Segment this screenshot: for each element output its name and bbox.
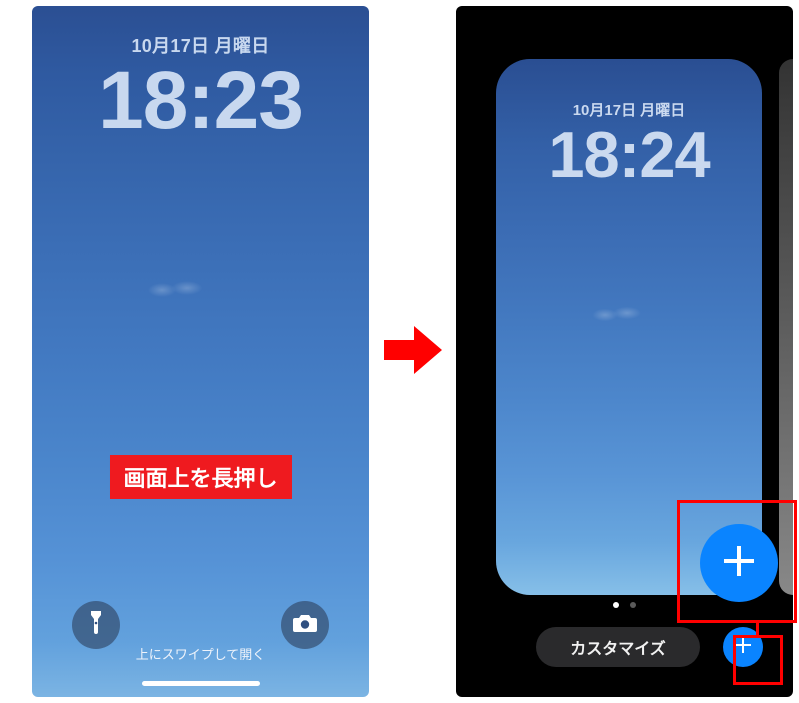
customize-button[interactable]: カスタマイズ — [536, 627, 700, 667]
camera-button[interactable] — [281, 601, 329, 649]
add-new-button-zoom[interactable] — [700, 524, 778, 602]
plus-icon — [719, 541, 759, 586]
wallpaper-cloud — [147, 278, 205, 300]
transition-arrow-icon — [384, 322, 442, 378]
preview-time: 18:24 — [496, 117, 762, 192]
swipe-hint: 上にスワイプして開く — [32, 644, 369, 663]
preview-wallpaper-cloud — [591, 304, 641, 324]
lockscreen-time: 18:23 — [32, 54, 369, 148]
customize-button-label: カスタマイズ — [570, 635, 666, 659]
page-dot — [630, 602, 636, 608]
page-dot-active — [613, 602, 619, 608]
highlight-connector — [756, 623, 759, 637]
lockscreen-preview-card[interactable]: 10月17日 月曜日 18:24 — [496, 59, 762, 595]
plus-icon — [733, 635, 753, 660]
home-indicator[interactable] — [142, 681, 260, 686]
next-preview-peek[interactable] — [779, 59, 793, 595]
camera-icon — [292, 612, 318, 639]
lockscreen-phone: 10月17日 月曜日 18:23 画面上を長押し 上にスワイプして開く — [32, 6, 369, 697]
instruction-callout: 画面上を長押し — [109, 455, 291, 499]
flashlight-icon — [85, 610, 107, 641]
flashlight-button[interactable] — [72, 601, 120, 649]
